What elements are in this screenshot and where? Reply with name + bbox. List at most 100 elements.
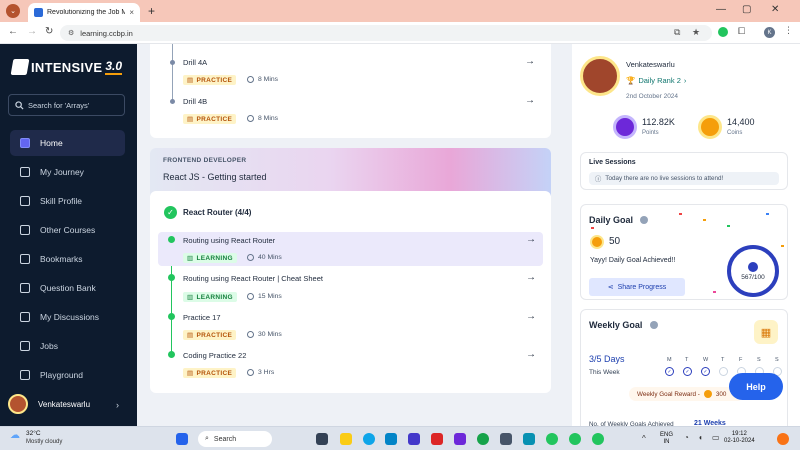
forward-arrow-icon[interactable]: →: [27, 26, 37, 37]
chrome-icon[interactable]: [569, 433, 581, 445]
live-sessions-title: Live Sessions: [589, 159, 636, 166]
search-input[interactable]: Search for 'Arrays': [8, 94, 125, 116]
lesson-title[interactable]: Routing using React Router: [183, 236, 275, 245]
day-label: W: [703, 357, 709, 363]
chrome-icon[interactable]: [592, 433, 604, 445]
sidebar-item-my-journey[interactable]: My Journey: [10, 159, 125, 185]
learning-badge: ▥ LEARNING: [183, 292, 237, 302]
taskbar-search[interactable]: ⌕ Search: [198, 431, 272, 447]
clock-icon: [247, 254, 254, 261]
sidebar-item-home[interactable]: Home: [10, 130, 125, 156]
clock-icon: [247, 76, 254, 83]
clock[interactable]: 19:12 02-10-2024: [724, 431, 755, 445]
reload-icon[interactable]: ↻: [45, 26, 53, 37]
banner-title: React JS - Getting started: [163, 172, 267, 182]
tray-chevron-up-icon[interactable]: ^: [642, 434, 646, 443]
app-icon[interactable]: [408, 433, 420, 445]
site-info-icon[interactable]: ⚙: [68, 29, 74, 37]
sidebar-item-bookmarks[interactable]: Bookmarks: [10, 246, 125, 272]
volume-icon[interactable]: ◖: [698, 433, 703, 442]
home-icon: [20, 138, 30, 148]
app-icon[interactable]: [500, 433, 512, 445]
help-button[interactable]: Help: [729, 373, 783, 400]
practice-badge: ▤ PRACTICE: [183, 330, 237, 340]
confetti-decoration: [679, 213, 682, 215]
start-windows-icon[interactable]: [176, 433, 188, 445]
new-tab-button[interactable]: +: [148, 4, 155, 18]
close-window-button[interactable]: ✕: [771, 4, 779, 15]
weekly-goal-period: This Week: [589, 369, 620, 376]
lesson-title[interactable]: Routing using React Router | Cheat Sheet: [183, 274, 323, 283]
arrow-right-icon[interactable]: →: [525, 95, 535, 106]
task-view-icon[interactable]: [316, 433, 328, 445]
battery-icon[interactable]: ▭: [712, 433, 720, 442]
avatar[interactable]: [580, 56, 620, 96]
tab-close-icon[interactable]: ×: [129, 8, 134, 17]
minimize-button[interactable]: —: [716, 4, 726, 15]
info-icon[interactable]: [640, 216, 648, 224]
confetti-decoration: [766, 213, 769, 215]
tab-search-button[interactable]: ⌄: [6, 4, 20, 18]
lesson-title[interactable]: Coding Practice 22: [183, 351, 246, 360]
sidebar-user[interactable]: Venkateswarlu: [8, 394, 90, 414]
lesson-duration: 8 Mins: [247, 76, 278, 83]
module-title[interactable]: React Router (4/4): [183, 208, 251, 217]
duration-text: 8 Mins: [258, 115, 279, 122]
mcafee-icon[interactable]: [431, 433, 443, 445]
file-explorer-icon[interactable]: [340, 433, 352, 445]
url-input[interactable]: ⚙ learning.ccbp.in: [60, 25, 712, 41]
clock-icon: [247, 115, 254, 122]
lesson-title[interactable]: Drill 4B: [183, 97, 207, 106]
book-icon: ▥: [187, 294, 194, 301]
sidebar-item-my-discussions[interactable]: My Discussions: [10, 304, 125, 330]
back-arrow-icon[interactable]: ←: [8, 26, 18, 37]
lesson-title[interactable]: Drill 4A: [183, 58, 207, 67]
skill-profile-icon: [20, 196, 30, 206]
store-icon[interactable]: [385, 433, 397, 445]
share-progress-button[interactable]: ⋖ Share Progress: [589, 278, 685, 296]
logo-text: INTENSIVE: [31, 59, 103, 75]
bookmark-icon: [20, 254, 30, 264]
arrow-right-icon[interactable]: →: [526, 349, 536, 360]
chevron-right-icon[interactable]: ›: [116, 400, 119, 410]
weather-cloud-icon[interactable]: ☁: [10, 430, 20, 441]
maximize-button[interactable]: ▢: [742, 4, 751, 15]
site-favicon-icon: [34, 8, 43, 17]
notifications-icon[interactable]: [777, 433, 789, 445]
arrow-right-icon[interactable]: →: [526, 234, 536, 245]
browser-profile-avatar[interactable]: K: [764, 27, 775, 38]
intensive-logo[interactable]: INTENSIVE 3.0: [10, 59, 123, 75]
language-indicator[interactable]: ENG IN: [660, 432, 673, 446]
browser-tab[interactable]: Revolutionizing the Job Market ×: [28, 3, 140, 22]
calendar-icon[interactable]: ▦: [754, 320, 778, 344]
info-icon[interactable]: [650, 321, 658, 329]
right-panel: Venkateswarlu 🏆 Daily Rank 2 › 2nd October…: [572, 44, 800, 439]
learning-badge: ▥ LEARNING: [183, 253, 237, 263]
sidebar-item-jobs[interactable]: Jobs: [10, 333, 125, 359]
bookmark-star-icon[interactable]: ★: [692, 27, 700, 38]
whatsapp-icon[interactable]: [477, 433, 489, 445]
teams-icon[interactable]: [454, 433, 466, 445]
sidebar-item-question-bank[interactable]: Question Bank: [10, 275, 125, 301]
weekly-goal-title: Weekly Goal: [589, 320, 643, 330]
extension-icon[interactable]: [718, 27, 728, 37]
clock-icon: [247, 293, 254, 300]
browser-menu-icon[interactable]: ⋮: [784, 25, 793, 36]
wifi-icon[interactable]: ◔: [684, 433, 689, 442]
extensions-puzzle-icon[interactable]: ⧠: [738, 26, 745, 37]
badge-label: LEARNING: [196, 254, 233, 262]
arrow-right-icon[interactable]: →: [526, 311, 536, 322]
sidebar-item-playground[interactable]: Playground: [10, 362, 125, 388]
courses-icon: [20, 225, 30, 235]
lesson-title[interactable]: Practice 17: [183, 313, 221, 322]
sidebar-item-other-courses[interactable]: Other Courses: [10, 217, 125, 243]
daily-rank-link[interactable]: 🏆 Daily Rank 2 ›: [626, 76, 686, 85]
app-icon[interactable]: [523, 433, 535, 445]
chrome-icon[interactable]: [546, 433, 558, 445]
arrow-right-icon[interactable]: →: [526, 272, 536, 283]
live-sessions-message: Today there are no live sessions to atte…: [605, 175, 724, 182]
arrow-right-icon[interactable]: →: [525, 56, 535, 67]
cast-icon[interactable]: ⧉: [674, 27, 680, 38]
edge-icon[interactable]: [363, 433, 375, 445]
sidebar-item-skill-profile[interactable]: Skill Profile: [10, 188, 125, 214]
